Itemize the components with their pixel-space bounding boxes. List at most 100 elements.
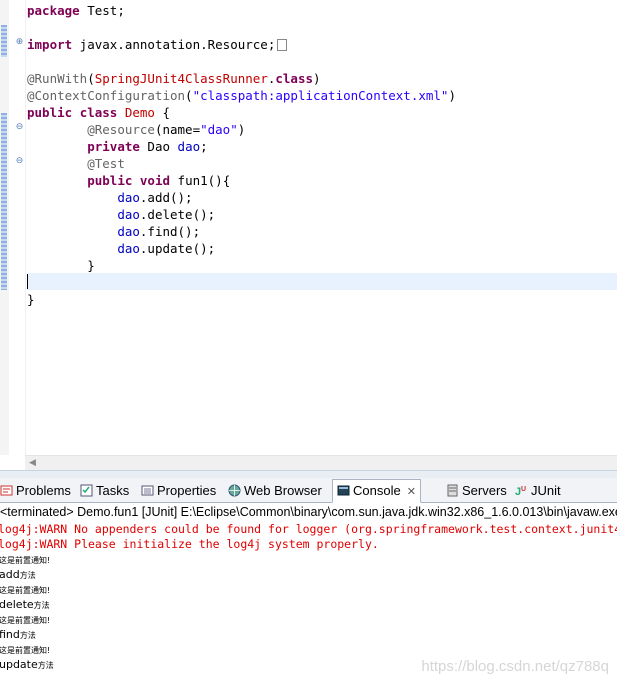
output-text-small: 方法 [19, 631, 36, 640]
code-token: ) [448, 88, 456, 103]
output-text-small: 这是前置通知! [0, 556, 51, 565]
code-line[interactable]: } [27, 257, 617, 274]
code-token: .update(); [139, 241, 216, 256]
watermark: https://blog.csdn.net/qz788q [421, 658, 609, 675]
tab-label: Console [353, 483, 401, 498]
fold-collapse-icon[interactable]: ⊖ [15, 157, 24, 166]
close-icon[interactable]: ✕ [407, 486, 416, 498]
code-token: "classpath:applicationContext.xml" [192, 88, 449, 103]
output-text-small: 这是前置通知! [0, 586, 51, 595]
code-token: } [27, 258, 95, 273]
output-text: update [0, 658, 38, 671]
code-token: @Test [87, 156, 125, 171]
code-token: Test; [79, 3, 125, 18]
console-warning-line: log4j:WARN Please initialize the log4j s… [0, 537, 379, 551]
code-token: class [275, 71, 314, 86]
code-line[interactable]: @ContextConfiguration("classpath:applica… [27, 87, 617, 104]
tab-web-browser[interactable]: Web Browser [228, 480, 322, 501]
console-output-line: 这是前置通知! [0, 642, 617, 657]
code-token: public [27, 105, 73, 120]
code-token: javax.annotation.Resource; [72, 37, 276, 52]
tab-console[interactable]: Console ✕ [332, 479, 421, 503]
code-token: @Resource [87, 122, 155, 137]
code-line[interactable]: dao.delete(); [27, 206, 617, 223]
console-output-line: add方法 [0, 567, 617, 582]
code-line[interactable]: public void fun1(){ [27, 172, 617, 189]
code-token: Demo [124, 105, 155, 120]
code-token: void [139, 173, 171, 188]
svg-text:U: U [521, 486, 526, 493]
editor-gutter [9, 0, 26, 455]
fold-collapse-icon[interactable]: ⊖ [15, 123, 24, 132]
code-line[interactable] [27, 53, 617, 70]
tab-problems[interactable]: Problems [0, 480, 71, 501]
tab-junit[interactable]: J U JUnit [515, 480, 561, 501]
tab-label: Properties [157, 483, 217, 498]
junit-icon: JU [515, 486, 526, 497]
globe-icon [228, 484, 241, 497]
code-lines[interactable]: package Test; import javax.annotation.Res… [27, 2, 617, 308]
console-output-line: delete方法 [0, 597, 617, 612]
code-line[interactable]: @Test [27, 155, 617, 172]
servers-icon [447, 484, 458, 497]
code-token: .delete(); [139, 207, 216, 222]
horizontal-scrollbar[interactable]: ◀ [25, 455, 617, 470]
code-token: ( [87, 71, 95, 86]
console-output-line: 这是前置通知! [0, 582, 617, 597]
tab-label: Tasks [96, 483, 130, 498]
tab-servers[interactable]: Servers [446, 480, 507, 501]
tab-tasks[interactable]: Tasks [80, 480, 129, 501]
code-token: .add(); [139, 190, 193, 205]
code-token: import [27, 37, 73, 52]
code-token: } [27, 292, 35, 307]
collapsed-region-icon[interactable] [277, 39, 288, 51]
tab-label: Problems [16, 483, 71, 498]
code-token: ) [313, 71, 321, 86]
code-token: package [27, 3, 80, 18]
fold-expand-icon[interactable]: ⊕ [15, 38, 24, 47]
tab-properties[interactable]: Properties [141, 480, 216, 501]
code-token: dao [117, 241, 140, 256]
code-token: Dao [139, 139, 178, 154]
code-line[interactable]: public class Demo { [27, 104, 617, 121]
problems-icon [0, 485, 13, 496]
code-line[interactable]: dao.update(); [27, 240, 617, 257]
code-line[interactable] [27, 19, 617, 36]
code-line[interactable]: private Dao dao; [27, 138, 617, 155]
code-editor[interactable]: ⊕ ⊖ ⊖ package Test; import javax.annotati… [0, 0, 617, 470]
code-line[interactable]: dao.find(); [27, 223, 617, 240]
code-token: fun1(){ [170, 173, 231, 188]
code-token: ; [200, 139, 208, 154]
code-line[interactable]: package Test; [27, 2, 617, 19]
code-token: @ContextConfiguration [27, 88, 186, 103]
code-line[interactable]: } [27, 291, 617, 308]
code-token: dao [177, 139, 201, 154]
output-text: add [0, 568, 20, 581]
console-warning-line: log4j:WARN No appenders could be found f… [0, 522, 617, 536]
code-token: ( [185, 88, 193, 103]
change-marker [1, 113, 7, 290]
code-line[interactable]: @Resource(name="dao") [27, 121, 617, 138]
code-line[interactable]: dao.add(); [27, 189, 617, 206]
code-token: { [154, 105, 171, 120]
code-token: dao [117, 207, 140, 222]
scroll-left-icon[interactable]: ◀ [29, 458, 36, 468]
code-line[interactable]: @RunWith(SpringJUnit4ClassRunner.class) [27, 70, 617, 87]
code-token: public [87, 173, 133, 188]
code-line[interactable] [27, 274, 617, 291]
code-line[interactable]: import javax.annotation.Resource; [27, 36, 617, 53]
console-header: <terminated> Demo.fun1 [JUnit] E:\Eclips… [0, 503, 617, 521]
properties-icon [141, 485, 154, 496]
output-text: find [0, 628, 20, 641]
output-text-small: 这是前置通知! [0, 646, 51, 655]
console-output-line: find方法 [0, 627, 617, 642]
code-token: class [79, 105, 118, 120]
